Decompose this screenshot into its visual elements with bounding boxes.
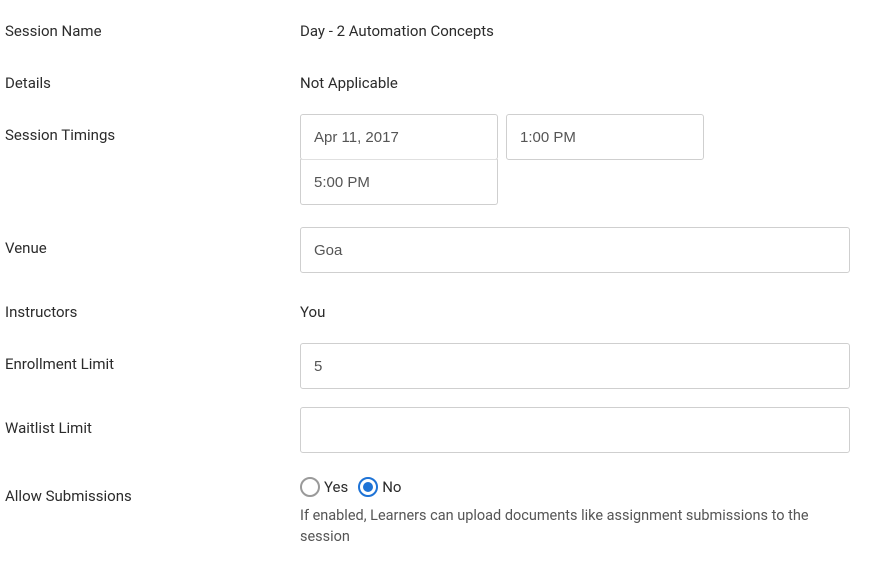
session-end-time-input[interactable] (300, 159, 498, 205)
venue-label: Venue (5, 227, 300, 257)
session-name-value: Day - 2 Automation Concepts (300, 10, 850, 40)
venue-input[interactable] (300, 227, 850, 273)
session-timings-label: Session Timings (5, 114, 300, 144)
enrollment-limit-input[interactable] (300, 343, 850, 389)
radio-icon (300, 477, 320, 497)
radio-yes-label: Yes (324, 478, 348, 496)
allow-submissions-yes-radio[interactable]: Yes (300, 477, 348, 497)
radio-icon-selected (358, 477, 378, 497)
details-label: Details (5, 62, 300, 92)
radio-no-label: No (382, 478, 401, 496)
session-start-time-input[interactable] (506, 114, 704, 160)
instructors-value: You (300, 291, 850, 321)
instructors-label: Instructors (5, 291, 300, 321)
allow-submissions-radio-group: Yes No (300, 475, 850, 497)
allow-submissions-label: Allow Submissions (5, 475, 300, 505)
radio-dot-icon (363, 482, 373, 492)
session-date-input[interactable] (300, 114, 498, 160)
session-name-label: Session Name (5, 10, 300, 40)
allow-submissions-helper: If enabled, Learners can upload document… (300, 505, 848, 547)
waitlist-limit-input[interactable] (300, 407, 850, 453)
waitlist-limit-label: Waitlist Limit (5, 407, 300, 437)
allow-submissions-no-radio[interactable]: No (358, 477, 401, 497)
details-value: Not Applicable (300, 62, 850, 92)
enrollment-limit-label: Enrollment Limit (5, 343, 300, 373)
